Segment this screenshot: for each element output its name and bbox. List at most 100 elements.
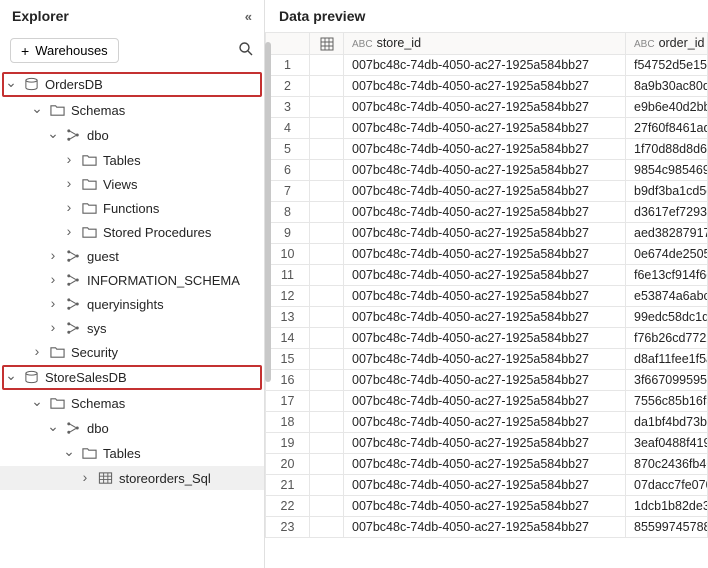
row-indicator (310, 117, 344, 138)
chevron-down-icon[interactable] (62, 445, 76, 462)
cell-store-id: 007bc48c-74db-4050-ac27-1925a584bb27 (344, 369, 626, 390)
chevron-right-icon[interactable] (46, 320, 60, 336)
search-icon (238, 41, 254, 57)
table-row[interactable]: 19007bc48c-74db-4050-ac27-1925a584bb273e… (266, 432, 708, 453)
cell-order-id: 870c2436fb461222 (626, 453, 708, 474)
chevron-down-icon[interactable] (4, 76, 18, 93)
add-warehouse-button[interactable]: + Warehouses (10, 38, 119, 63)
tree-item-ordersdb-security[interactable]: Security (0, 340, 264, 364)
cell-store-id: 007bc48c-74db-4050-ac27-1925a584bb27 (344, 390, 626, 411)
chevron-right-icon[interactable] (30, 344, 44, 360)
chevron-right-icon[interactable] (62, 176, 76, 192)
column-header-store-id[interactable]: ABCstore_id (344, 33, 626, 55)
table-row[interactable]: 10007bc48c-74db-4050-ac27-1925a584bb270e… (266, 243, 708, 264)
tree-item-storesales-dbo[interactable]: dbo (0, 416, 264, 441)
row-number: 17 (266, 390, 310, 411)
row-number: 22 (266, 495, 310, 516)
schema-icon (66, 321, 81, 336)
table-row[interactable]: 18007bc48c-74db-4050-ac27-1925a584bb27da… (266, 411, 708, 432)
table-row[interactable]: 14007bc48c-74db-4050-ac27-1925a584bb27f7… (266, 327, 708, 348)
type-label: ABC (352, 39, 373, 50)
cell-order-id: da1bf4bd73b666e0 (626, 411, 708, 432)
chevron-down-icon[interactable] (30, 395, 44, 412)
chevron-down-icon[interactable] (46, 420, 60, 437)
chevron-right-icon[interactable] (62, 152, 76, 168)
chevron-right-icon[interactable] (78, 470, 92, 486)
cell-store-id: 007bc48c-74db-4050-ac27-1925a584bb27 (344, 264, 626, 285)
data-preview-title: Data preview (265, 0, 708, 32)
tree-item-ordersdb-functions[interactable]: Functions (0, 196, 264, 220)
tree-item-ordersdb-schemas[interactable]: Schemas (0, 98, 264, 123)
tree-item-ordersdb-sys[interactable]: sys (0, 316, 264, 340)
row-indicator (310, 54, 344, 75)
chevron-down-icon[interactable] (46, 127, 60, 144)
table-row[interactable]: 20007bc48c-74db-4050-ac27-1925a584bb2787… (266, 453, 708, 474)
table-row[interactable]: 15007bc48c-74db-4050-ac27-1925a584bb27d8… (266, 348, 708, 369)
row-indicator (310, 474, 344, 495)
row-number: 15 (266, 348, 310, 369)
chevron-down-icon[interactable] (30, 102, 44, 119)
table-row[interactable]: 1007bc48c-74db-4050-ac27-1925a584bb27f54… (266, 54, 708, 75)
tree-item-label: Schemas (71, 396, 125, 411)
tree-item-storesales-storeorders[interactable]: storeorders_Sql (0, 466, 264, 490)
row-indicator (310, 327, 344, 348)
tree-item-ordersdb-queryinsights[interactable]: queryinsights (0, 292, 264, 316)
row-number: 20 (266, 453, 310, 474)
data-grid[interactable]: ABCstore_id ABCorder_id 1007bc48c-74db-4… (265, 32, 708, 568)
cell-store-id: 007bc48c-74db-4050-ac27-1925a584bb27 (344, 243, 626, 264)
tree-item-ordersdb-infoschema[interactable]: INFORMATION_SCHEMA (0, 268, 264, 292)
chevron-right-icon[interactable] (46, 296, 60, 312)
preview-scrollbar[interactable] (265, 42, 271, 382)
cell-order-id: 8a9b30ac80da3860 (626, 75, 708, 96)
table-row[interactable]: 11007bc48c-74db-4050-ac27-1925a584bb27f6… (266, 264, 708, 285)
row-indicator (310, 285, 344, 306)
cell-store-id: 007bc48c-74db-4050-ac27-1925a584bb27 (344, 432, 626, 453)
search-button[interactable] (238, 41, 254, 60)
table-row[interactable]: 22007bc48c-74db-4050-ac27-1925a584bb271d… (266, 495, 708, 516)
table-row[interactable]: 3007bc48c-74db-4050-ac27-1925a584bb27e9b… (266, 96, 708, 117)
table-row[interactable]: 13007bc48c-74db-4050-ac27-1925a584bb2799… (266, 306, 708, 327)
table-row[interactable]: 5007bc48c-74db-4050-ac27-1925a584bb271f7… (266, 138, 708, 159)
cell-order-id: 3f6670995954b34c (626, 369, 708, 390)
tree-item-ordersdb[interactable]: OrdersDB (2, 72, 262, 97)
table-row[interactable]: 23007bc48c-74db-4050-ac27-1925a584bb2785… (266, 516, 708, 537)
row-number: 8 (266, 201, 310, 222)
chevron-down-icon[interactable] (4, 369, 18, 386)
tree-item-storesales-tables[interactable]: Tables (0, 441, 264, 466)
table-row[interactable]: 7007bc48c-74db-4050-ac27-1925a584bb27b9d… (266, 180, 708, 201)
tree-item-ordersdb-sprocs[interactable]: Stored Procedures (0, 220, 264, 244)
table-row[interactable]: 6007bc48c-74db-4050-ac27-1925a584bb27985… (266, 159, 708, 180)
row-indicator (310, 264, 344, 285)
cell-order-id: b9df3ba1cd5cd93a (626, 180, 708, 201)
table-row[interactable]: 16 007bc48c-74db-4050-ac27-1925a584bb273f… (266, 369, 708, 390)
table-row[interactable]: 21007bc48c-74db-4050-ac27-1925a584bb2707… (266, 474, 708, 495)
tree-item-ordersdb-guest[interactable]: guest (0, 244, 264, 268)
chevron-right-icon[interactable] (62, 200, 76, 216)
table-row[interactable]: 8007bc48c-74db-4050-ac27-1925a584bb27d36… (266, 201, 708, 222)
cell-order-id: f76b26cd77226ba5 (626, 327, 708, 348)
folder-icon (82, 446, 97, 461)
table-row[interactable]: 2007bc48c-74db-4050-ac27-1925a584bb278a9… (266, 75, 708, 96)
table-row[interactable]: 17007bc48c-74db-4050-ac27-1925a584bb2775… (266, 390, 708, 411)
table-row[interactable]: 9007bc48c-74db-4050-ac27-1925a584bb27aed… (266, 222, 708, 243)
collapse-panel-icon[interactable]: « (245, 9, 252, 24)
tree-item-ordersdb-tables[interactable]: Tables (0, 148, 264, 172)
chevron-right-icon[interactable] (46, 272, 60, 288)
table-row[interactable]: 12007bc48c-74db-4050-ac27-1925a584bb27e5… (266, 285, 708, 306)
tree-item-storesalesdb[interactable]: StoreSalesDB (2, 365, 262, 390)
row-number: 16 (266, 369, 310, 390)
tree-item-ordersdb-dbo[interactable]: dbo (0, 123, 264, 148)
tree-item-ordersdb-views[interactable]: Views (0, 172, 264, 196)
tree-item-label: dbo (87, 421, 109, 436)
tree-item-label: StoreSalesDB (45, 370, 127, 385)
cell-store-id: 007bc48c-74db-4050-ac27-1925a584bb27 (344, 96, 626, 117)
chevron-right-icon[interactable] (46, 248, 60, 264)
tree-item-storesales-schemas[interactable]: Schemas (0, 391, 264, 416)
table-row[interactable]: 4007bc48c-74db-4050-ac27-1925a584bb2727f… (266, 117, 708, 138)
column-header-order-id[interactable]: ABCorder_id (626, 33, 708, 55)
chevron-right-icon[interactable] (62, 224, 76, 240)
tree-item-label: dbo (87, 128, 109, 143)
cell-store-id: 007bc48c-74db-4050-ac27-1925a584bb27 (344, 474, 626, 495)
cell-store-id: 007bc48c-74db-4050-ac27-1925a584bb27 (344, 180, 626, 201)
warehouse-button-label: Warehouses (35, 43, 108, 58)
